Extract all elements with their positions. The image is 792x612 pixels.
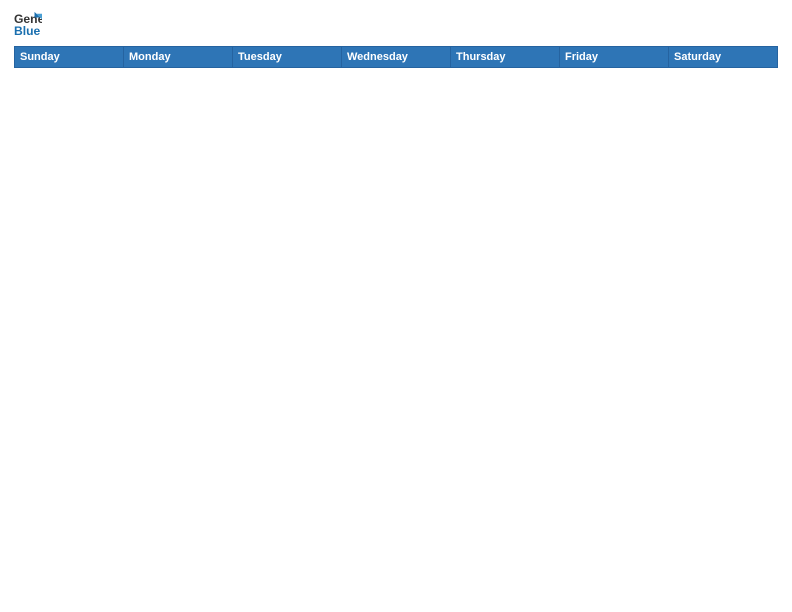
day-of-week-header: Monday [124, 47, 233, 68]
day-of-week-header: Sunday [15, 47, 124, 68]
calendar-table: SundayMondayTuesdayWednesdayThursdayFrid… [14, 46, 778, 602]
day-of-week-header: Friday [560, 47, 669, 68]
logo-icon: General Blue [14, 10, 42, 38]
svg-text:Blue: Blue [14, 24, 41, 38]
day-of-week-header: Saturday [669, 47, 778, 68]
calendar-header-row: SundayMondayTuesdayWednesdayThursdayFrid… [15, 47, 778, 68]
page-header: General Blue [14, 10, 778, 38]
logo: General Blue [14, 10, 42, 38]
day-of-week-header: Thursday [451, 47, 560, 68]
day-of-week-header: Wednesday [342, 47, 451, 68]
day-of-week-header: Tuesday [233, 47, 342, 68]
